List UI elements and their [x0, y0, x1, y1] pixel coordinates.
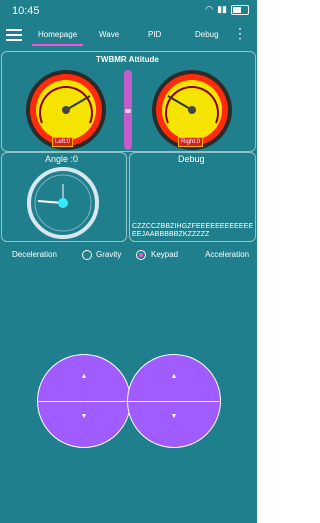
- status-bar: 10:45 ◠ ▮▮: [0, 0, 257, 22]
- tab-homepage[interactable]: Homepage: [31, 30, 84, 46]
- angle-label: Angle :0: [45, 154, 79, 164]
- angle-dial: [27, 167, 99, 239]
- left-keypad: ▲ ▼: [37, 354, 131, 448]
- gravity-radio[interactable]: [82, 250, 92, 260]
- status-time: 10:45: [12, 5, 40, 17]
- more-icon[interactable]: ⋮: [233, 26, 247, 40]
- menu-icon[interactable]: [6, 29, 22, 41]
- deceleration-label: Deceleration: [12, 250, 57, 259]
- battery-icon: [231, 4, 249, 15]
- debug-output: CZZCCZBBZIHGZFEEEEEEEEEEEEEEJAABBBBBZKZZ…: [132, 223, 254, 238]
- panel-title: TWBMR Attitude: [96, 55, 159, 64]
- left-up-button[interactable]: ▲: [81, 373, 88, 380]
- left-label: Left:0: [52, 137, 74, 147]
- app-screen: 10:45 ◠ ▮▮ Homepage Wave PID Debug ⋮ TWB…: [0, 0, 257, 523]
- right-label: Right:0: [178, 137, 204, 147]
- debug-title: Debug: [178, 154, 205, 164]
- tab-debug[interactable]: Debug: [195, 30, 219, 39]
- gravity-label[interactable]: Gravity: [96, 250, 121, 259]
- acceleration-label: Acceleration: [205, 250, 250, 259]
- balance-slider[interactable]: [124, 70, 132, 150]
- right-up-button[interactable]: ▲: [171, 373, 178, 380]
- tab-pid[interactable]: PID: [148, 30, 161, 39]
- app-bar: Homepage Wave PID Debug ⋮: [0, 22, 257, 48]
- tab-wave[interactable]: Wave: [99, 30, 119, 39]
- signal-icon: ▮▮: [217, 4, 227, 14]
- left-down-button[interactable]: ▼: [81, 413, 88, 420]
- keypad-radio[interactable]: [136, 250, 146, 260]
- wifi-icon: ◠: [205, 4, 214, 14]
- keypad-label[interactable]: Keypad: [151, 250, 178, 259]
- right-down-button[interactable]: ▼: [171, 413, 178, 420]
- right-keypad: ▲ ▼: [127, 354, 221, 448]
- status-icons: ◠ ▮▮: [205, 4, 249, 15]
